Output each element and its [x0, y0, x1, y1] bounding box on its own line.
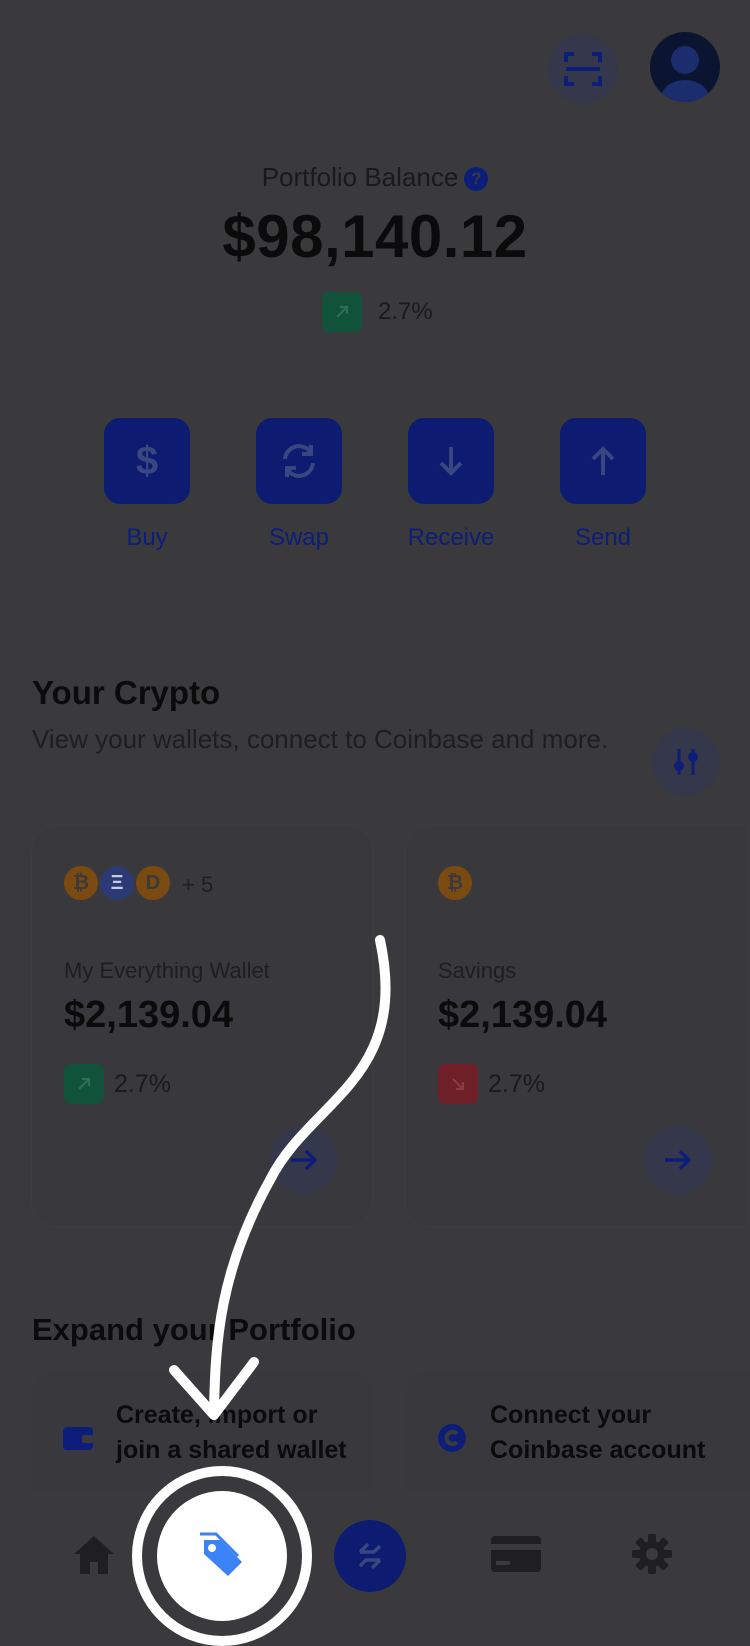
- pointer-arrow: [169, 935, 391, 1420]
